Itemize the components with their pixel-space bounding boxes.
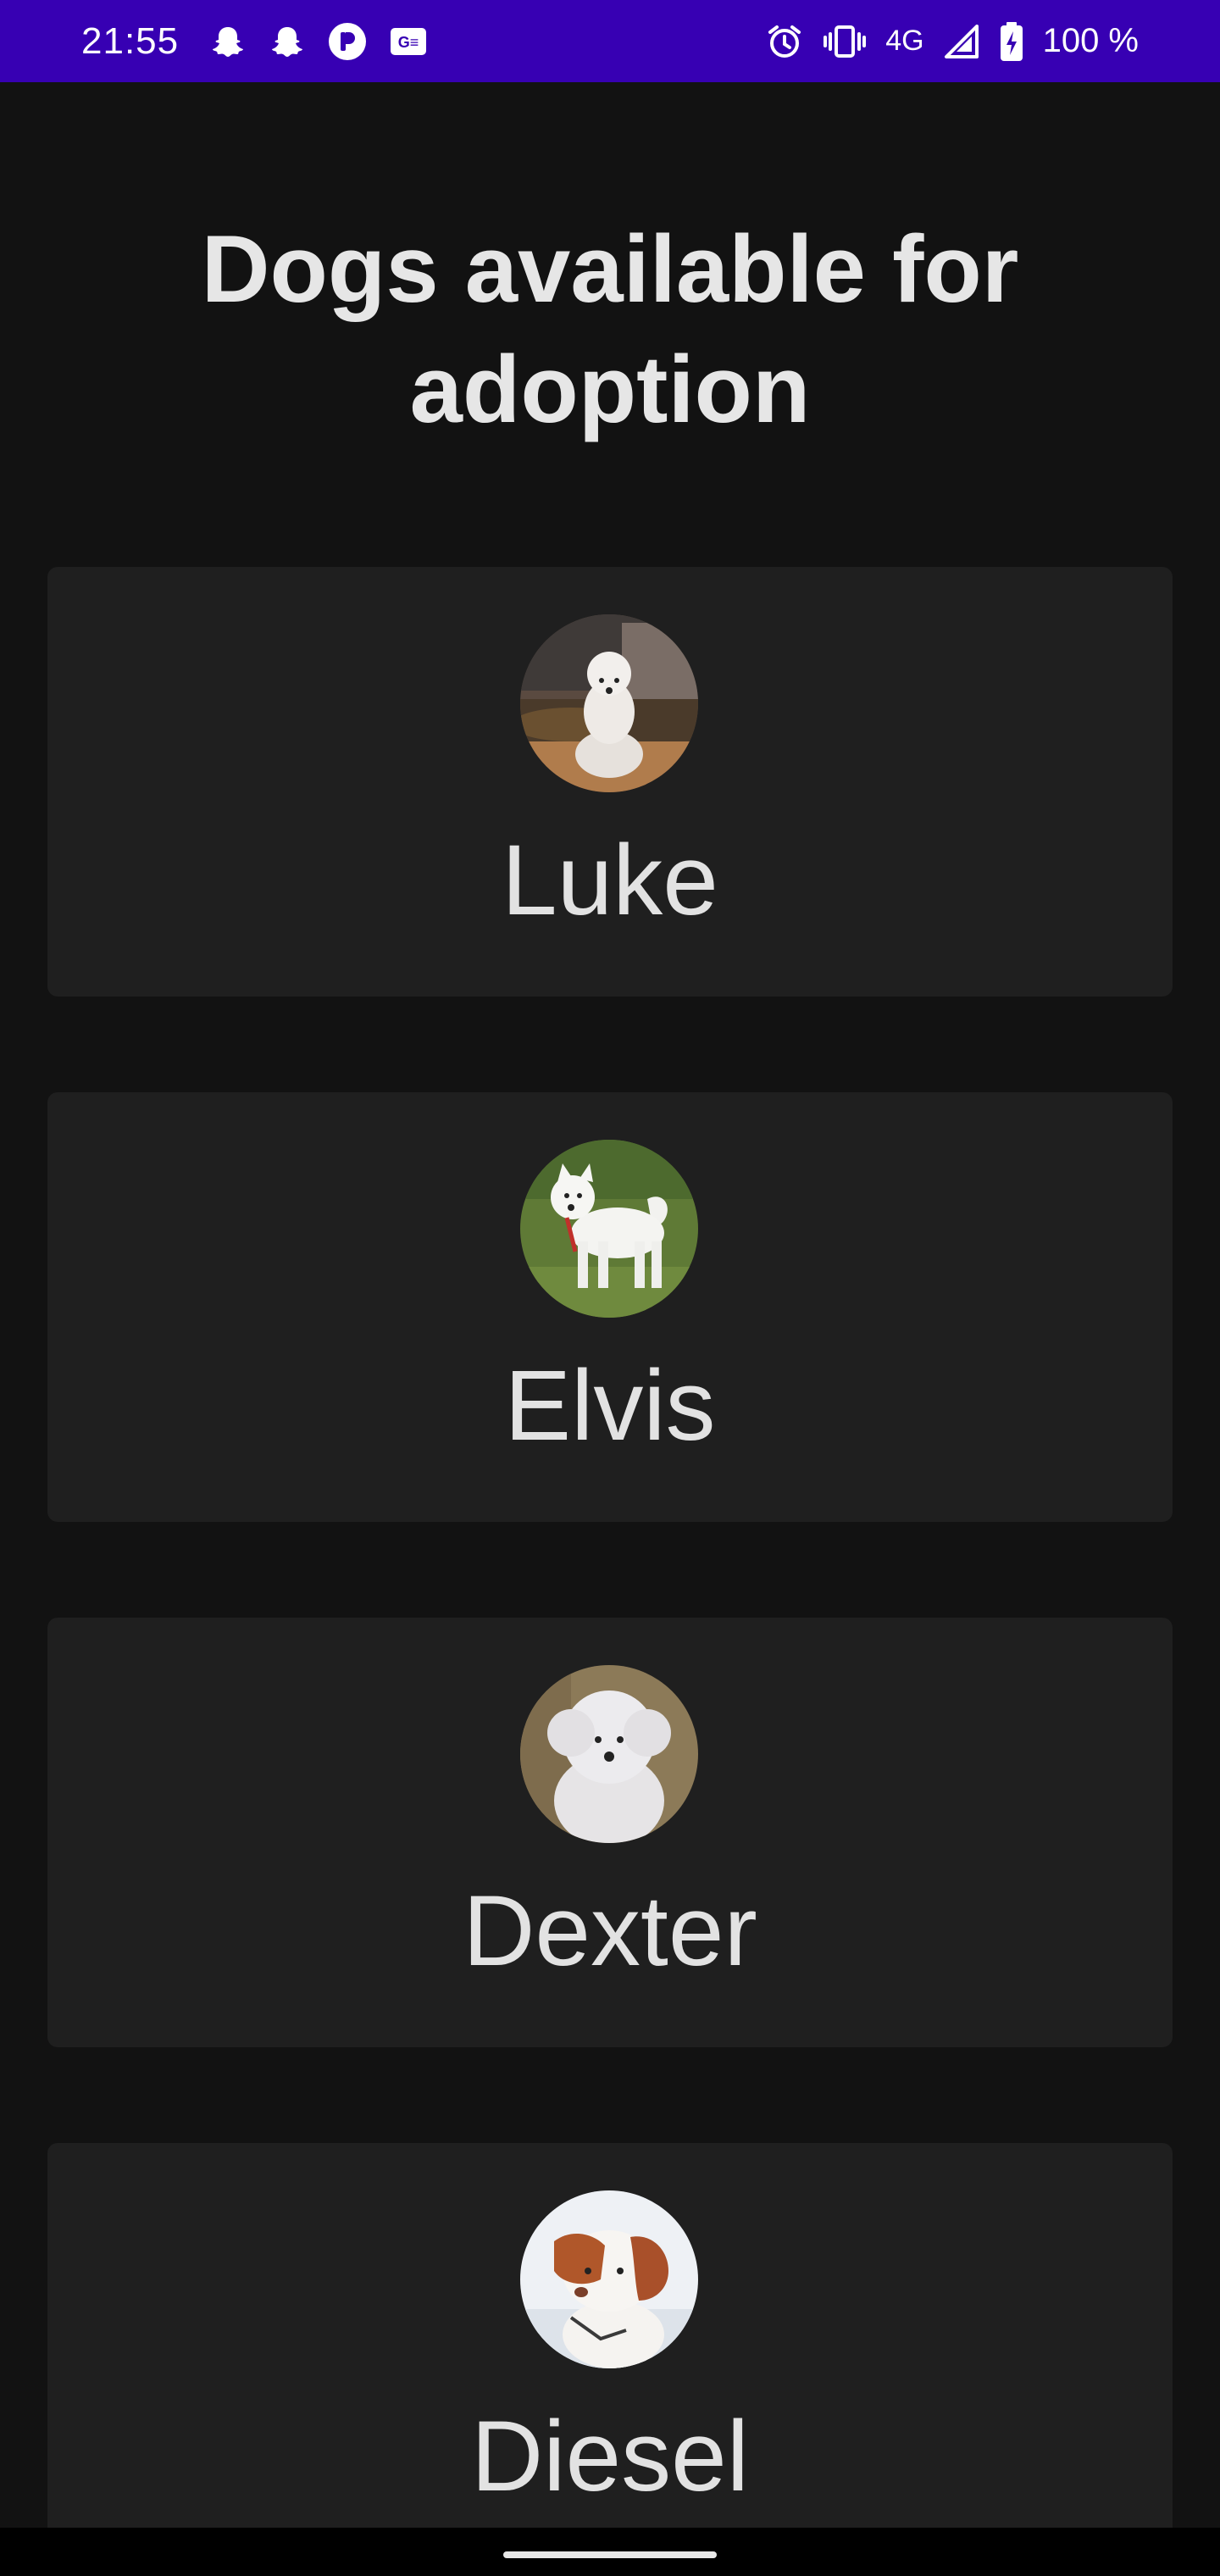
signal-icon: [943, 23, 980, 60]
page-title: Dogs available for adoption: [201, 216, 1019, 442]
network-type: 4G: [885, 25, 924, 57]
dog-name: Diesel: [471, 2401, 749, 2512]
snapchat-icon: [269, 23, 306, 60]
dog-avatar: [520, 614, 698, 792]
status-bar: 21:55 G≡ 4G 100 %: [0, 0, 1220, 82]
battery-percentage: 100 %: [1042, 22, 1139, 59]
dog-avatar: [520, 1140, 698, 1318]
vibrate-icon: [823, 22, 867, 61]
alarm-icon: [765, 22, 804, 61]
notification-icons: G≡: [209, 22, 428, 61]
dog-card[interactable]: Elvis: [47, 1092, 1173, 1522]
app-icon: [328, 22, 367, 61]
home-gesture-handle[interactable]: [503, 2551, 717, 2558]
dog-card[interactable]: Dexter: [47, 1618, 1173, 2047]
dog-name: Elvis: [504, 1350, 716, 1462]
navigation-bar: [0, 2528, 1220, 2576]
dog-card[interactable]: Diesel: [47, 2143, 1173, 2528]
dog-card[interactable]: Luke: [47, 567, 1173, 997]
dog-avatar: [520, 2190, 698, 2368]
snapchat-icon: [209, 23, 247, 60]
dog-name: Dexter: [463, 1875, 757, 1987]
news-icon: G≡: [389, 25, 428, 58]
status-time: 21:55: [81, 19, 180, 62]
dog-list-screen: Dogs available for adoption Luke Elvis D…: [0, 82, 1220, 2528]
battery-charging-icon: [999, 21, 1024, 62]
dog-avatar: [520, 1665, 698, 1843]
dog-name: Luke: [502, 824, 718, 936]
system-status: 4G 100 %: [765, 21, 1139, 62]
svg-text:G≡: G≡: [398, 34, 419, 51]
